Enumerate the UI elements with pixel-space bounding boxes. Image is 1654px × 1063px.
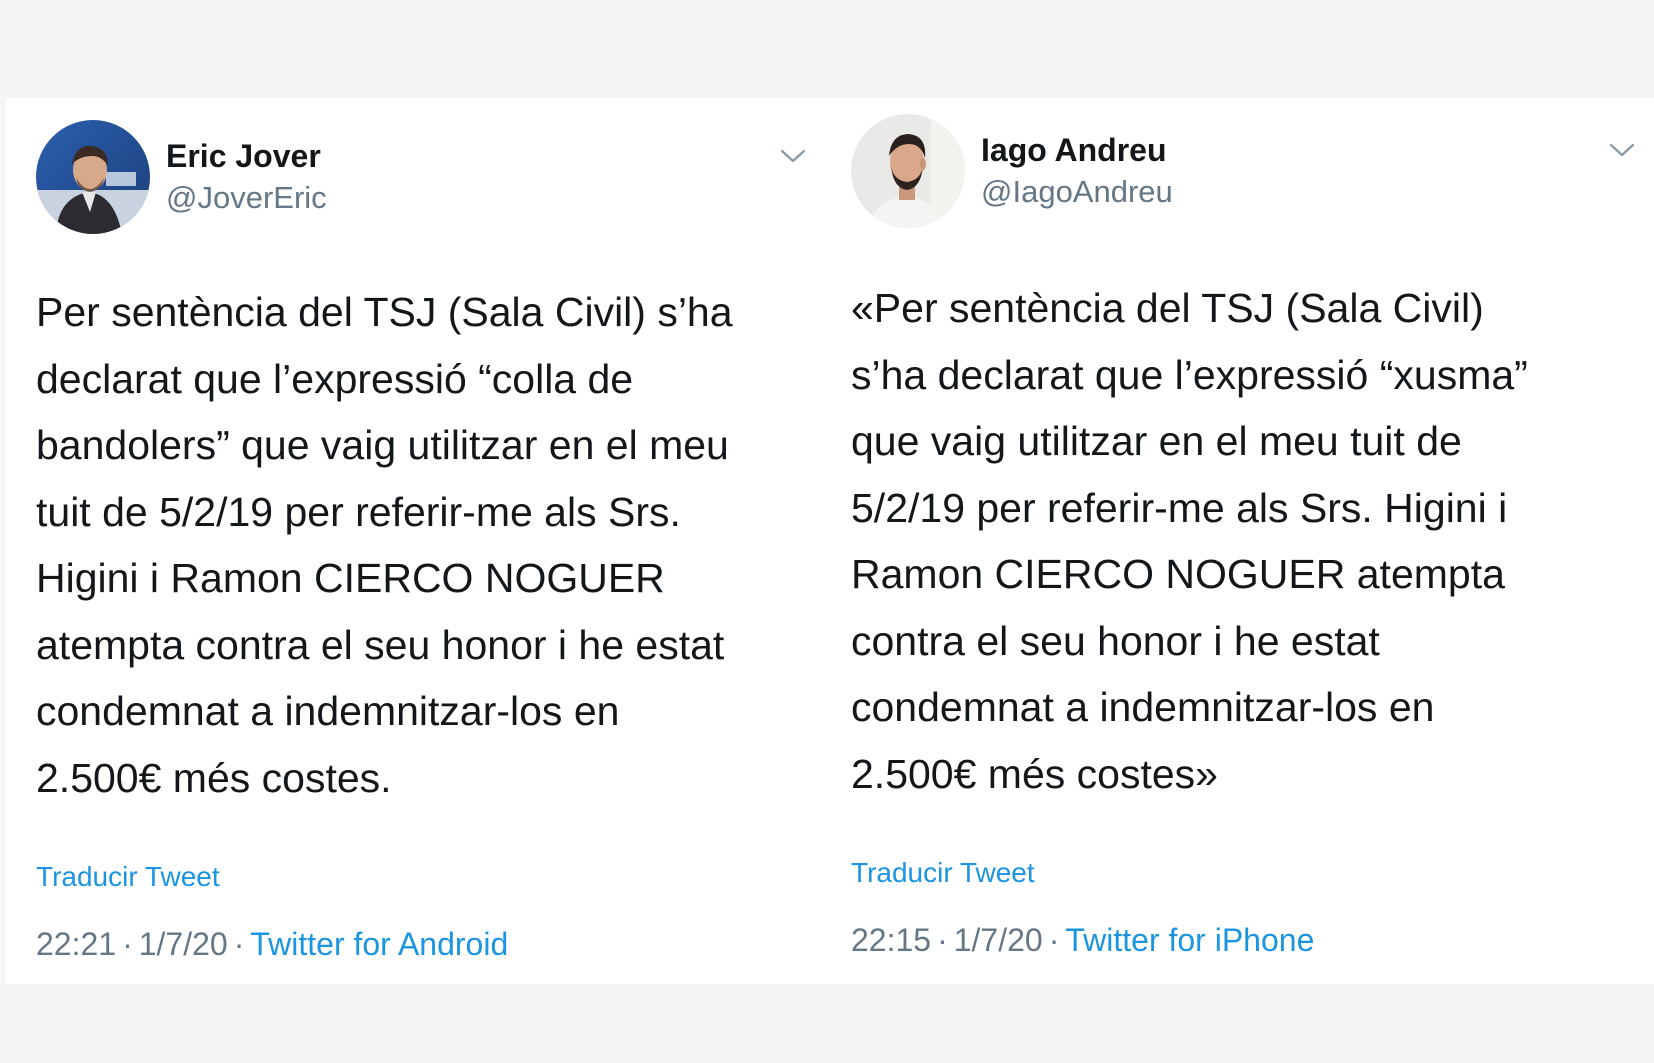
avatar-image xyxy=(851,114,965,228)
separator-dot: · xyxy=(233,926,245,962)
avatar-image xyxy=(36,120,150,234)
separator-dot: · xyxy=(937,922,948,958)
author-handle[interactable]: @JoverEric xyxy=(166,180,327,216)
author-name[interactable]: Iago Andreu xyxy=(981,132,1166,169)
tweet: Eric Jover @JoverEric Per sentència del … xyxy=(36,98,833,984)
tweet-text: Per sentència del TSJ (Sala Civil) s’ha … xyxy=(36,289,733,801)
tweet-source-link[interactable]: Twitter for Android xyxy=(250,926,508,962)
tweet-time[interactable]: 22:21 xyxy=(36,926,116,962)
translate-tweet-link[interactable]: Traducir Tweet xyxy=(851,857,1035,889)
translate-tweet-link[interactable]: Traducir Tweet xyxy=(36,861,220,893)
tweet-card-right: Iago Andreu @IagoAndreu «Per sentència d… xyxy=(833,98,1654,984)
tweet-date[interactable]: 1/7/20 xyxy=(139,926,228,962)
tweet: Iago Andreu @IagoAndreu «Per sentència d… xyxy=(851,98,1654,984)
avatar[interactable] xyxy=(851,114,965,228)
separator-dot: · xyxy=(122,926,133,962)
tweet-meta: 22:21 · 1/7/20 · Twitter for Android xyxy=(36,926,508,963)
avatar[interactable] xyxy=(36,120,150,234)
tweet-source-link[interactable]: Twitter for iPhone xyxy=(1065,922,1314,958)
chevron-down-icon[interactable] xyxy=(778,146,808,166)
chevron-down-icon[interactable] xyxy=(1607,140,1637,160)
separator-dot: · xyxy=(1048,922,1060,958)
tweet-time[interactable]: 22:15 xyxy=(851,922,931,958)
tweet-meta: 22:15 · 1/7/20 · Twitter for iPhone xyxy=(851,922,1314,959)
author-name[interactable]: Eric Jover xyxy=(166,138,321,175)
tweet-card-left: Eric Jover @JoverEric Per sentència del … xyxy=(6,98,833,984)
tweet-date[interactable]: 1/7/20 xyxy=(954,922,1043,958)
author-handle[interactable]: @IagoAndreu xyxy=(981,174,1173,210)
tweet-text: «Per sentència del TSJ (Sala Civil) s’ha… xyxy=(851,285,1528,797)
